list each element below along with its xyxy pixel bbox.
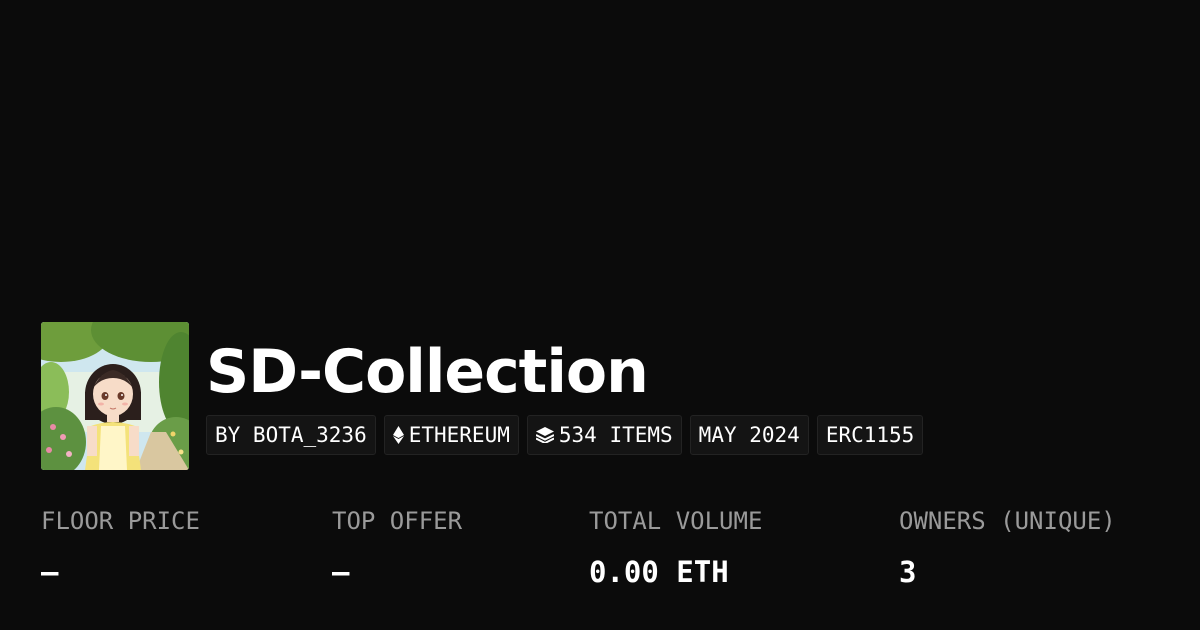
floor-price-value: — [41, 555, 59, 589]
top-offer-label: TOP OFFER [332, 507, 463, 535]
owners-value: 3 [899, 555, 917, 589]
avatar-image [41, 322, 189, 470]
ethereum-icon [392, 426, 404, 444]
date-badge: MAY 2024 [689, 415, 809, 455]
creator-label: BY BOTA_3236 [215, 423, 367, 447]
total-volume-value: 0.00 ETH [589, 555, 729, 589]
creator-badge[interactable]: BY BOTA_3236 [206, 415, 376, 455]
chain-badge: ETHEREUM [383, 415, 519, 455]
chain-label: ETHEREUM [408, 423, 510, 447]
collection-badges: BY BOTA_3236 ETHEREUM 534 ITEMS MAY 2024… [206, 415, 924, 455]
collection-title: SD-Collection [206, 337, 649, 407]
collection-avatar [41, 322, 189, 470]
floor-price-label: FLOOR PRICE [41, 507, 200, 535]
owners-label: OWNERS (UNIQUE) [899, 507, 1116, 535]
items-badge: 534 ITEMS [526, 415, 682, 455]
stat-floor-price: FLOOR PRICE — [41, 506, 200, 589]
stat-top-offer: TOP OFFER — [332, 506, 462, 589]
collection-banner [0, 0, 1200, 300]
stat-owners: OWNERS (UNIQUE) 3 [899, 506, 1116, 589]
layers-icon [535, 427, 554, 443]
standard-label: ERC1155 [825, 423, 915, 447]
items-label: 534 ITEMS [558, 423, 673, 447]
total-volume-label: TOTAL VOLUME [589, 507, 763, 535]
top-offer-value: — [332, 555, 350, 589]
standard-badge: ERC1155 [816, 415, 924, 455]
date-label: MAY 2024 [698, 423, 800, 447]
stat-total-volume: TOTAL VOLUME 0.00 ETH [589, 506, 762, 589]
